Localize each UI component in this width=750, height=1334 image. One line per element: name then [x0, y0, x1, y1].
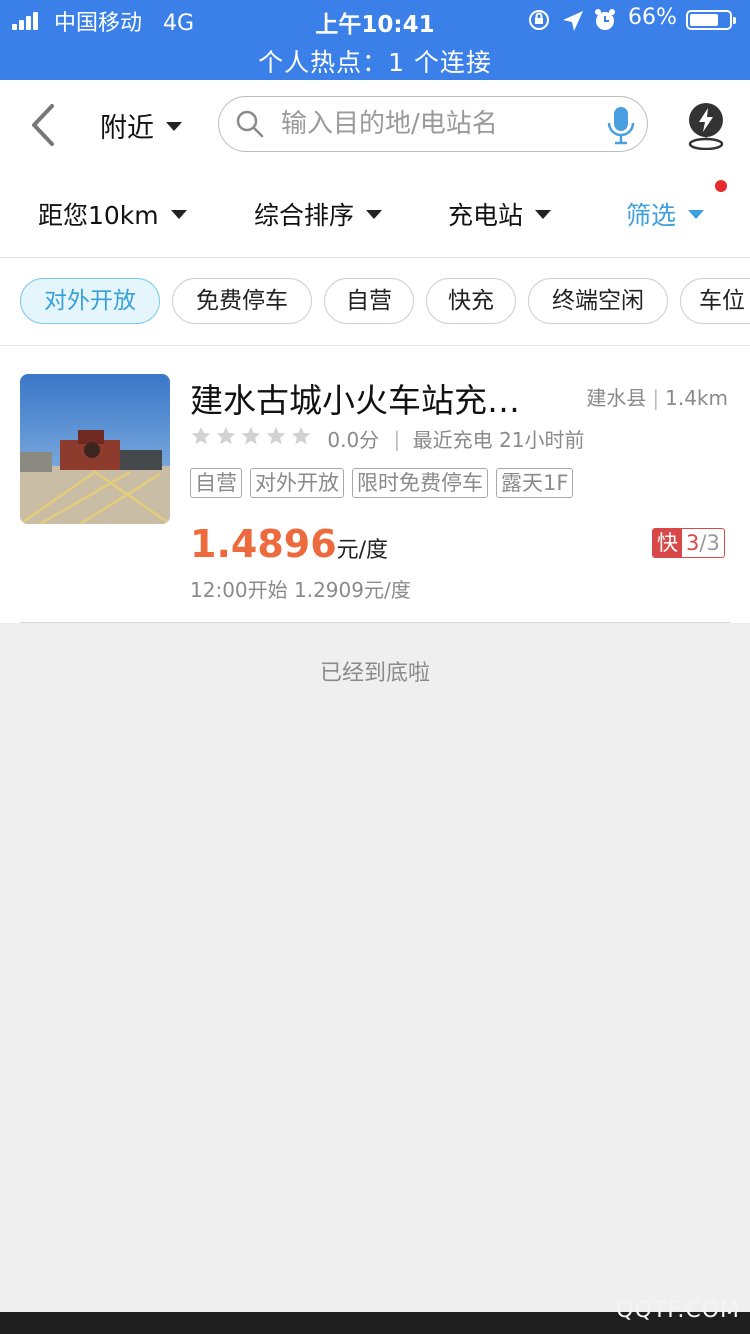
fast-total: /3 — [699, 531, 720, 555]
station-district: 建水县 — [586, 386, 647, 410]
chip-fast-charge[interactable]: 快充 — [426, 278, 516, 324]
charging-map-icon[interactable] — [684, 100, 728, 150]
fast-label: 快 — [653, 529, 682, 557]
search-icon — [236, 110, 264, 138]
status-icons — [529, 9, 615, 31]
rotation-lock-icon — [529, 10, 549, 30]
station-name: 建水古城小火车站充… — [190, 381, 520, 420]
next-price: 12:00开始 1.2909元/度 — [190, 578, 411, 602]
rating-stars — [190, 425, 315, 452]
search-box[interactable] — [218, 96, 648, 152]
chip-free-parking[interactable]: 免费停车 — [172, 278, 312, 324]
watermark-bar: QQTF.COM — [0, 1298, 750, 1334]
chevron-down-icon — [535, 209, 552, 219]
fast-charger-badge: 快 3/3 — [652, 528, 725, 558]
last-charge-time: 最近充电 21小时前 — [412, 428, 585, 452]
location-label: 附近 — [100, 113, 154, 144]
station-card[interactable]: 建水古城小火车站充… 建水县 | 1.4km 0.0分 | 最近充电 21小时前 自… — [0, 346, 750, 623]
watermark-text: QQTF.COM — [616, 1298, 740, 1323]
station-tag: 自营 — [190, 468, 242, 498]
screen-filter[interactable]: 筛选 — [626, 196, 705, 232]
back-icon[interactable] — [22, 100, 62, 150]
battery-icon — [686, 10, 736, 30]
microphone-icon[interactable] — [605, 105, 637, 145]
status-bar: 中国移动 4G 上午10:41 66% 个人热点：1 个连接 — [0, 0, 750, 80]
chevron-down-icon — [166, 122, 182, 131]
chevron-down-icon — [366, 209, 383, 219]
station-tag: 限时免费停车 — [352, 468, 488, 498]
location-arrow-icon — [563, 11, 583, 31]
type-filter[interactable]: 充电站 — [448, 196, 552, 232]
star-icon — [291, 426, 311, 445]
chip-self-operated[interactable]: 自营 — [324, 278, 414, 324]
distance-filter[interactable]: 距您10km — [38, 196, 187, 232]
price-value: 1.4896 — [190, 522, 337, 566]
star-icon — [191, 426, 211, 445]
search-input[interactable] — [279, 105, 583, 143]
end-of-list-text: 已经到底啦 — [319, 661, 430, 686]
battery-percent: 66% — [628, 5, 677, 30]
station-price: 1.4896元/度 — [190, 522, 388, 566]
rating-score: 0.0分 — [327, 428, 380, 452]
notification-dot — [715, 180, 727, 192]
filter-bar: 距您10km 综合排序 充电站 筛选 — [0, 170, 750, 258]
fast-available: 3 — [686, 531, 700, 555]
station-rating: 0.0分 | 最近充电 21小时前 — [190, 424, 585, 452]
alarm-icon — [595, 9, 615, 30]
star-icon — [241, 426, 261, 445]
chip-parking-space[interactable]: 车位 — [680, 278, 750, 324]
price-unit: 元/度 — [336, 538, 389, 563]
hotspot-banner[interactable]: 个人热点：1 个连接 — [0, 43, 750, 79]
station-tags: 自营 对外开放 限时免费停车 露天1F — [190, 468, 581, 498]
chevron-down-icon — [688, 209, 705, 219]
station-tag: 对外开放 — [250, 468, 344, 498]
top-nav: 附近 — [0, 80, 750, 170]
station-tag: 露天1F — [496, 468, 574, 498]
star-icon — [216, 426, 236, 445]
chip-terminal-idle[interactable]: 终端空闲 — [528, 278, 668, 324]
chip-open-to-public[interactable]: 对外开放 — [20, 278, 160, 324]
sort-filter[interactable]: 综合排序 — [254, 196, 383, 232]
location-dropdown[interactable]: 附近 — [100, 106, 182, 145]
station-distance: 1.4km — [665, 386, 728, 410]
chevron-down-icon — [170, 209, 187, 219]
quick-filter-chips: 对外开放 免费停车 自营 快充 终端空闲 车位 — [0, 258, 750, 346]
star-icon — [266, 426, 286, 445]
divider — [20, 622, 730, 623]
station-photo — [20, 374, 170, 524]
station-location: 建水县 | 1.4km — [586, 386, 728, 410]
